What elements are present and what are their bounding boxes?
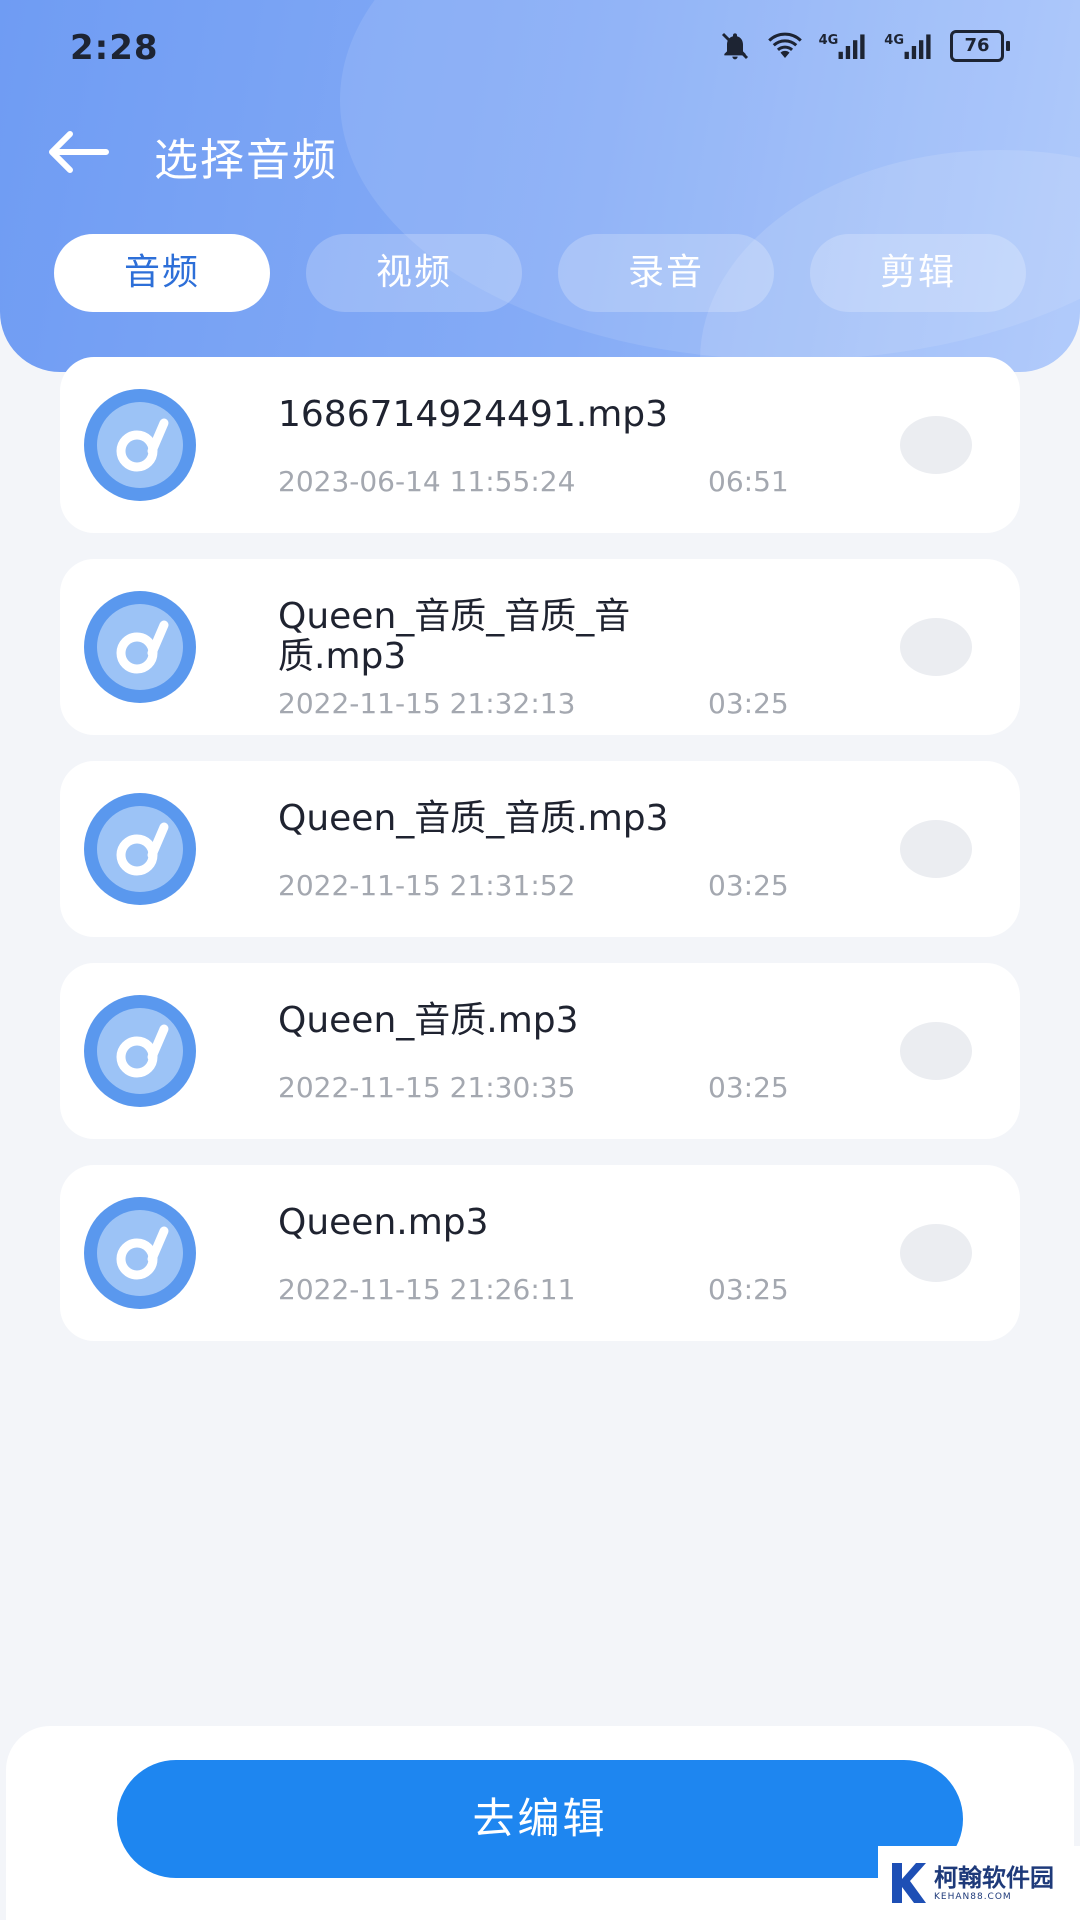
select-radio[interactable] — [900, 416, 972, 474]
file-duration: 03:25 — [708, 687, 789, 720]
watermark-name: 柯翰软件园 — [934, 1864, 1054, 1892]
signal-icon — [904, 34, 931, 59]
battery-icon: 76 — [950, 30, 1010, 62]
music-note-icon — [84, 793, 196, 905]
network-type-label: 4G — [818, 33, 839, 48]
battery-tip — [1006, 41, 1010, 51]
edit-button[interactable]: 去编辑 — [117, 1760, 963, 1878]
tab-audio[interactable]: 音频 — [54, 234, 270, 312]
audio-file-item[interactable]: Queen_音质.mp3 2022-11-15 21:30:35 03:25 — [60, 963, 1020, 1139]
tab-clips[interactable]: 剪辑 — [810, 234, 1026, 312]
tab-recording[interactable]: 录音 — [558, 234, 774, 312]
status-icons: 4G 4G 76 — [719, 30, 1010, 62]
watermark: 柯翰软件园 KEHAN88.COM — [878, 1846, 1080, 1920]
battery-level: 76 — [950, 30, 1004, 62]
file-duration: 03:25 — [708, 1273, 789, 1306]
wifi-icon — [767, 32, 802, 58]
file-name: Queen.mp3 — [278, 1202, 489, 1243]
select-radio[interactable] — [900, 1022, 972, 1080]
file-name: Queen_音质_音质.mp3 — [278, 798, 669, 839]
watermark-text: 柯翰软件园 KEHAN88.COM — [934, 1864, 1054, 1902]
signal-icon — [838, 34, 865, 59]
select-radio[interactable] — [900, 618, 972, 676]
bell-off-icon — [721, 32, 748, 60]
music-note-icon — [84, 995, 196, 1107]
music-note-icon — [84, 389, 196, 501]
audio-file-item[interactable]: Queen_音质_音质.mp3 2022-11-15 21:31:52 03:2… — [60, 761, 1020, 937]
app-bar: 选择音频 — [0, 112, 1080, 192]
file-date: 2023-06-14 11:55:24 — [278, 465, 576, 498]
watermark-domain: KEHAN88.COM — [934, 1892, 1012, 1902]
music-note-icon — [84, 1197, 196, 1309]
file-date: 2022-11-15 21:31:52 — [278, 869, 576, 902]
file-name: Queen_音质.mp3 — [278, 1000, 579, 1041]
file-duration: 06:51 — [708, 465, 789, 498]
audio-file-item[interactable]: Queen.mp3 2022-11-15 21:26:11 03:25 — [60, 1165, 1020, 1341]
audio-file-list: 1686714924491.mp3 2023-06-14 11:55:24 06… — [60, 357, 1020, 1367]
music-note-icon — [84, 591, 196, 703]
network-type-label: 4G — [884, 33, 904, 48]
file-date: 2022-11-15 21:32:13 — [278, 687, 576, 720]
status-time: 2:28 — [70, 28, 159, 68]
back-arrow-icon[interactable] — [44, 128, 110, 176]
category-tabs: 音频 视频 录音 剪辑 — [54, 234, 1026, 312]
watermark-logo-icon — [892, 1863, 926, 1903]
signal-1: 4G — [819, 33, 869, 59]
select-radio[interactable] — [900, 820, 972, 878]
file-name: 1686714924491.mp3 — [278, 394, 669, 435]
file-duration: 03:25 — [708, 869, 789, 902]
audio-file-item[interactable]: Queen_音质_音质_音质.mp3 2022-11-15 21:32:13 0… — [60, 559, 1020, 735]
select-radio[interactable] — [900, 1224, 972, 1282]
tab-video[interactable]: 视频 — [306, 234, 522, 312]
signal-2: 4G — [884, 33, 934, 59]
file-date: 2022-11-15 21:26:11 — [278, 1273, 576, 1306]
page-title: 选择音频 — [154, 135, 338, 186]
status-bar: 2:28 4G 4G 76 — [0, 0, 1080, 100]
file-date: 2022-11-15 21:30:35 — [278, 1071, 576, 1104]
file-name: Queen_音质_音质_音质.mp3 — [278, 596, 631, 677]
file-duration: 03:25 — [708, 1071, 789, 1104]
audio-file-item[interactable]: 1686714924491.mp3 2023-06-14 11:55:24 06… — [60, 357, 1020, 533]
